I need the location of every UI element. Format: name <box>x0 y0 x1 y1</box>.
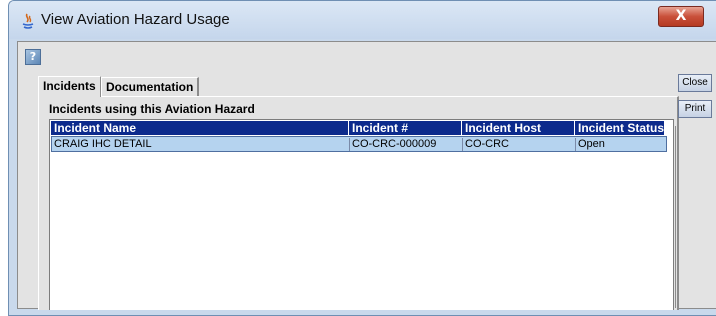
cell-incident-status: Open <box>578 138 605 150</box>
cell-incident-number: CO-CRC-000009 <box>350 138 463 151</box>
dialog-content: ? Incidents Documentation Incidents usin… <box>17 41 716 310</box>
table-row[interactable]: CRAIG IHC DETAIL CO-CRC-000009 CO-CRC Op… <box>51 136 667 152</box>
cell-incident-host: CO-CRC <box>463 138 576 151</box>
tab-incidents-label: Incidents <box>43 79 96 93</box>
tab-documentation[interactable]: Documentation <box>101 77 200 96</box>
incidents-table[interactable]: Incident Name Incident # Incident Host I… <box>49 119 674 310</box>
help-icon[interactable]: ? <box>25 49 41 65</box>
print-button[interactable]: Print <box>678 100 712 118</box>
button-column-divider <box>675 126 676 308</box>
cell-incident-name: CRAIG IHC DETAIL <box>52 138 350 151</box>
window-title: View Aviation Hazard Usage <box>41 11 230 28</box>
column-header-incident-host[interactable]: Incident Host <box>462 121 575 135</box>
close-button[interactable]: Close <box>678 74 712 92</box>
column-header-incident-status[interactable]: Incident Status <box>575 121 665 135</box>
java-app-icon <box>22 13 34 29</box>
section-label: Incidents using this Aviation Hazard <box>49 102 255 116</box>
incidents-panel: Incidents using this Aviation Hazard Inc… <box>38 96 679 310</box>
window-close-button[interactable]: X <box>658 6 704 27</box>
close-icon: X <box>675 8 687 24</box>
title-bar[interactable]: View Aviation Hazard Usage X <box>9 1 716 39</box>
column-header-incident-number[interactable]: Incident # <box>349 121 462 135</box>
column-header-incident-name[interactable]: Incident Name <box>51 121 349 135</box>
tab-incidents[interactable]: Incidents <box>38 76 101 97</box>
tab-documentation-label: Documentation <box>106 80 194 94</box>
dialog-window: View Aviation Hazard Usage X ? Incidents… <box>8 0 716 316</box>
